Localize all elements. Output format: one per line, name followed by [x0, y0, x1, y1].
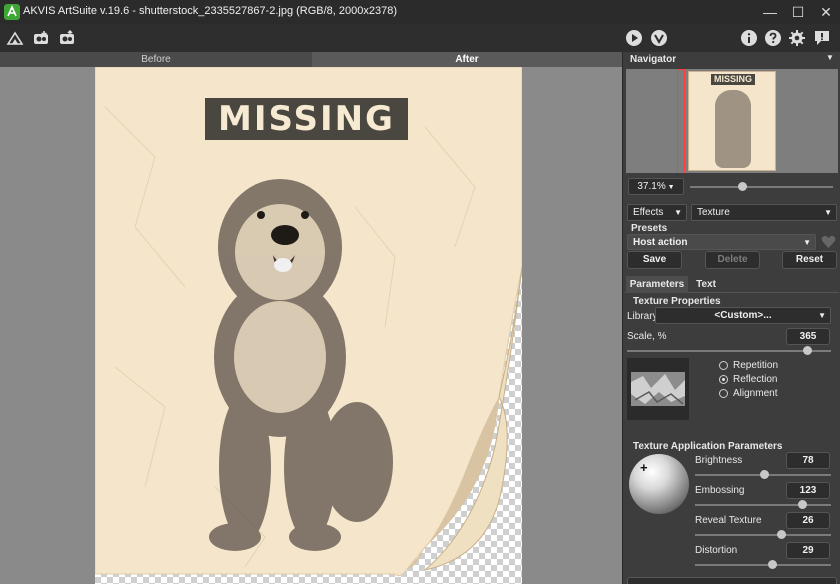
navigator-title: Navigator [630, 54, 677, 65]
tab-text[interactable]: Text [689, 276, 723, 293]
apply-icon[interactable] [648, 27, 670, 49]
reset-preset-button[interactable]: Reset [782, 251, 837, 269]
embossing-slider-track[interactable] [695, 504, 831, 506]
bottom-button-partial[interactable] [627, 577, 837, 584]
close-button[interactable]: ✕ [812, 0, 840, 24]
minimize-button[interactable]: — [756, 0, 784, 24]
distortion-slider-track[interactable] [695, 564, 831, 566]
zoom-slider-track[interactable] [690, 186, 833, 188]
scale-input[interactable]: 365 [786, 328, 830, 345]
thumbnail-dog [715, 90, 751, 168]
scale-slider-knob[interactable] [803, 346, 812, 355]
open-image-icon[interactable] [30, 27, 52, 49]
embossing-input[interactable]: 123 [786, 482, 830, 499]
title-bar: AKVIS ArtSuite v.19.6 - shutterstock_233… [0, 0, 840, 24]
reveal-texture-label: Reveal Texture [695, 515, 762, 526]
embossing-slider-knob[interactable] [798, 500, 807, 509]
toolbar [0, 24, 840, 52]
window-title: AKVIS ArtSuite v.19.6 - shutterstock_233… [23, 5, 398, 17]
notifications-icon[interactable] [811, 27, 833, 49]
favorite-heart-icon[interactable] [821, 235, 837, 250]
light-direction-sphere[interactable]: + [629, 454, 689, 514]
alignment-label: Alignment [733, 388, 778, 399]
poster-image [95, 67, 522, 577]
distortion-slider-knob[interactable] [768, 560, 777, 569]
effects-dropdown[interactable]: Effects ▼ [627, 204, 687, 221]
library-value: <Custom>... [714, 310, 772, 321]
embossing-label: Embossing [695, 485, 745, 496]
effects-value: Effects [633, 207, 664, 218]
texture-thumbnail[interactable] [627, 358, 689, 420]
presets-label: Presets [631, 223, 668, 234]
navigator-view-frame[interactable] [677, 69, 685, 173]
brightness-label: Brightness [695, 455, 743, 466]
save-preset-button[interactable]: Save [627, 251, 682, 269]
reveal-texture-input[interactable]: 26 [786, 512, 830, 529]
texture-properties-title: Texture Properties [633, 296, 721, 307]
thumbnail-text: MISSING [711, 74, 755, 85]
reveal-texture-slider-knob[interactable] [777, 530, 786, 539]
preset-dropdown[interactable]: Host action ▼ [627, 234, 816, 250]
tab-after[interactable]: After [312, 52, 622, 67]
minimize-icon: — [763, 4, 777, 20]
zoom-value: 37.1% [637, 181, 666, 192]
library-label: Library [627, 311, 658, 322]
delete-preset-button[interactable]: Delete [705, 251, 760, 269]
tab-parameters[interactable]: Parameters [626, 276, 688, 293]
view-tabs: Before After [0, 52, 622, 67]
image-canvas[interactable]: MISSING [0, 67, 622, 584]
library-dropdown[interactable]: <Custom>... ▼ [655, 307, 831, 324]
navigator-preview[interactable]: MISSING [626, 69, 838, 173]
app-logo-icon [4, 4, 20, 20]
chevron-down-icon: ▼ [818, 311, 826, 320]
preset-value: Host action [633, 237, 688, 248]
maximize-icon: ☐ [791, 3, 805, 20]
save-image-icon[interactable] [56, 27, 78, 49]
scale-slider-track[interactable] [627, 350, 831, 352]
navigator-thumbnail: MISSING [688, 71, 776, 171]
scale-label: Scale, % [627, 331, 667, 342]
brightness-slider-knob[interactable] [760, 470, 769, 479]
repetition-label: Repetition [733, 360, 779, 371]
reflection-radio[interactable] [719, 375, 728, 384]
chevron-down-icon: ▼ [665, 184, 675, 191]
brightness-input[interactable]: 78 [786, 452, 830, 469]
effect-type-dropdown[interactable]: Texture ▼ [691, 204, 837, 221]
alignment-radio[interactable] [719, 389, 728, 398]
zoom-slider-knob[interactable] [738, 182, 748, 191]
zoom-dropdown[interactable]: 37.1% ▼ [628, 178, 684, 195]
missing-headline: MISSING [205, 98, 408, 140]
help-icon[interactable] [762, 27, 784, 49]
repetition-radio[interactable] [719, 361, 728, 370]
info-icon[interactable] [738, 27, 760, 49]
chevron-down-icon: ▼ [803, 238, 811, 247]
maximize-button[interactable]: ☐ [784, 0, 812, 24]
texture-preview-image [631, 372, 685, 406]
settings-panel: Navigator ▼ MISSING 37.1% ▼ Effects ▼ Tex… [622, 52, 840, 584]
distortion-label: Distortion [695, 545, 738, 556]
reveal-texture-slider-track[interactable] [695, 534, 831, 536]
tab-before[interactable]: Before [0, 52, 312, 67]
distortion-input[interactable]: 29 [786, 542, 830, 559]
home-icon[interactable] [4, 27, 26, 49]
reflection-label: Reflection [733, 374, 778, 385]
chevron-down-icon: ▼ [824, 208, 832, 217]
application-title: Texture Application Parameters [633, 441, 783, 452]
settings-icon[interactable] [786, 27, 808, 49]
chevron-down-icon: ▼ [674, 208, 682, 217]
run-icon[interactable] [623, 27, 645, 49]
effect-type-value: Texture [697, 207, 730, 218]
close-icon: ✕ [820, 3, 832, 20]
light-position-icon[interactable]: + [640, 460, 648, 475]
navigator-collapse-icon[interactable]: ▼ [826, 53, 834, 62]
